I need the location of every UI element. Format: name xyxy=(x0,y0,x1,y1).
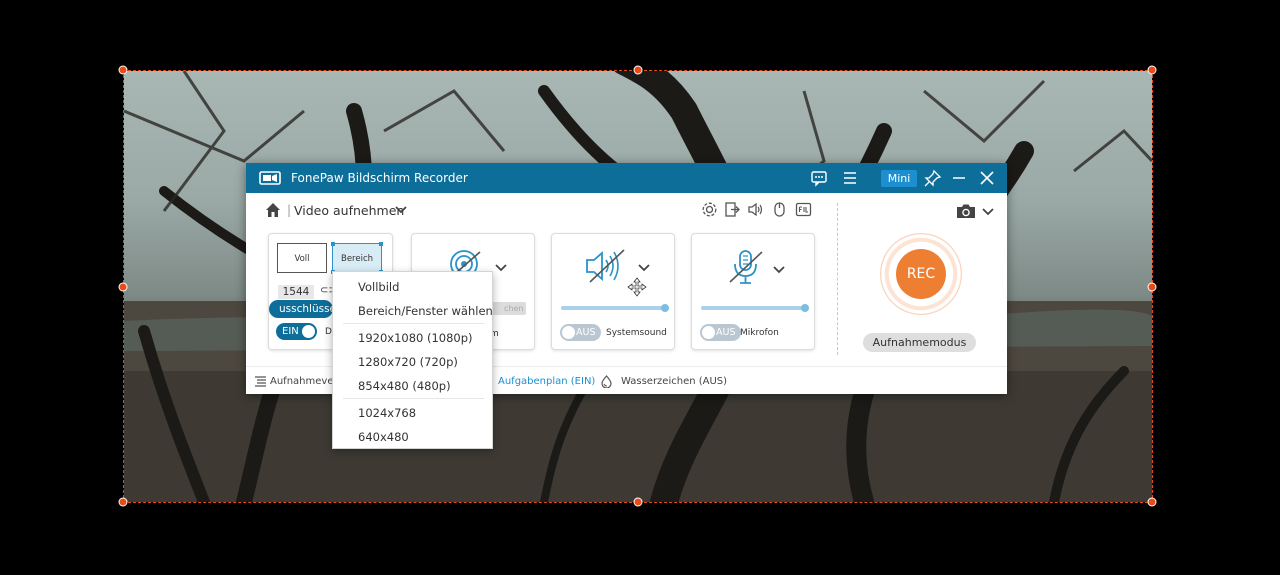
breadcrumb-separator: | xyxy=(287,203,292,217)
resize-handle-top-left[interactable] xyxy=(118,65,128,75)
speaker-icon[interactable] xyxy=(747,201,764,218)
microphone-label: Mikrofon xyxy=(740,328,779,338)
dropdown-item-640x480[interactable]: 640x480 xyxy=(358,430,409,444)
region-corner xyxy=(331,242,335,246)
settings-icon[interactable] xyxy=(701,201,718,218)
system-sound-slider-knob[interactable] xyxy=(661,304,669,312)
mini-button[interactable]: Mini xyxy=(881,170,917,187)
microphone-card: AUS Mikrofon xyxy=(691,233,815,350)
snapshot-settings-icon[interactable] xyxy=(795,201,812,218)
watermark-label[interactable]: Wasserzeichen (AUS) xyxy=(621,376,727,387)
follow-mouse-label: D xyxy=(325,327,332,337)
app-logo-icon xyxy=(259,171,281,185)
microphone-icon[interactable] xyxy=(726,248,766,286)
microphone-slider[interactable] xyxy=(701,306,807,310)
microphone-toggle[interactable]: AUS xyxy=(700,324,741,341)
camera-chevron-down-icon[interactable] xyxy=(981,207,995,217)
mouse-icon[interactable] xyxy=(771,201,788,218)
microphone-chevron-down-icon[interactable] xyxy=(772,265,786,275)
region-label: Bereich xyxy=(340,254,374,264)
dropdown-item-region[interactable]: Bereich/Fenster wählen xyxy=(358,304,493,318)
toggle-knob xyxy=(302,325,315,338)
rec-halo: REC xyxy=(880,233,962,315)
camera-icon[interactable] xyxy=(955,203,977,220)
rec-button[interactable]: REC xyxy=(896,249,946,299)
dropdown-item-1024x768[interactable]: 1024x768 xyxy=(358,406,416,420)
resize-handle-right[interactable] xyxy=(1147,282,1157,292)
system-sound-card: AUS Systemsound xyxy=(551,233,675,350)
toggle-knob xyxy=(702,326,715,339)
mode-title[interactable]: Video aufnehmen xyxy=(294,203,404,218)
recording-mode-button[interactable]: Aufnahmemodus xyxy=(863,333,976,352)
toggle-state: EIN xyxy=(282,326,299,337)
schedule-label[interactable]: Aufgabenplan (EIN) xyxy=(498,376,595,387)
resize-handle-top[interactable] xyxy=(633,65,643,75)
system-sound-toggle[interactable]: AUS xyxy=(560,324,601,341)
system-sound-chevron-down-icon[interactable] xyxy=(637,263,651,273)
move-cursor-icon xyxy=(627,277,647,297)
menu-icon[interactable] xyxy=(841,169,859,187)
chevron-down-icon[interactable] xyxy=(394,205,408,215)
region-corner xyxy=(379,242,383,246)
feedback-icon[interactable] xyxy=(810,169,828,187)
dropdown-separator xyxy=(343,398,484,399)
section-divider xyxy=(837,203,838,355)
resize-handle-bottom-right[interactable] xyxy=(1147,497,1157,507)
resize-handle-bottom-left[interactable] xyxy=(118,497,128,507)
app-title: FonePaw Bildschirm Recorder xyxy=(291,171,468,185)
resize-handle-left[interactable] xyxy=(118,282,128,292)
toggle-knob xyxy=(562,326,575,339)
microphone-slider-knob[interactable] xyxy=(801,304,809,312)
watermark-icon[interactable] xyxy=(600,375,613,388)
close-icon[interactable] xyxy=(978,169,996,187)
toggle-state: AUS xyxy=(716,327,736,338)
dropdown-item-fullscreen[interactable]: Vollbild xyxy=(358,280,399,294)
system-sound-slider[interactable] xyxy=(561,306,667,310)
toolbar: | Video aufnehmen xyxy=(246,193,1007,227)
webcam-chevron-down-icon[interactable] xyxy=(494,263,508,273)
minimize-icon[interactable] xyxy=(950,169,968,187)
dropdown-item-480p[interactable]: 854x480 (480p) xyxy=(358,379,451,393)
region-option[interactable]: Bereich xyxy=(331,242,383,274)
history-list-icon[interactable] xyxy=(254,375,267,388)
pin-icon[interactable] xyxy=(924,169,942,187)
home-icon[interactable] xyxy=(264,201,282,219)
system-sound-label: Systemsound xyxy=(606,328,667,338)
title-bar[interactable]: FonePaw Bildschirm Recorder Mini xyxy=(246,163,1007,193)
system-sound-icon[interactable] xyxy=(584,248,628,284)
resize-handle-top-right[interactable] xyxy=(1147,65,1157,75)
dropdown-separator xyxy=(343,323,484,324)
resize-handle-bottom[interactable] xyxy=(633,497,643,507)
export-icon[interactable] xyxy=(724,201,741,218)
follow-mouse-toggle[interactable]: EIN xyxy=(276,323,317,340)
exclude-windows-button[interactable]: usschlüsse xyxy=(269,300,333,318)
fullscreen-option[interactable]: Voll xyxy=(277,243,327,273)
dropdown-item-720p[interactable]: 1280x720 (720p) xyxy=(358,355,458,369)
dropdown-item-1080p[interactable]: 1920x1080 (1080p) xyxy=(358,331,473,345)
toggle-state: AUS xyxy=(576,327,596,338)
resolution-dropdown: Vollbild Bereich/Fenster wählen 1920x108… xyxy=(332,271,493,449)
width-value[interactable]: 1544 xyxy=(278,285,314,299)
